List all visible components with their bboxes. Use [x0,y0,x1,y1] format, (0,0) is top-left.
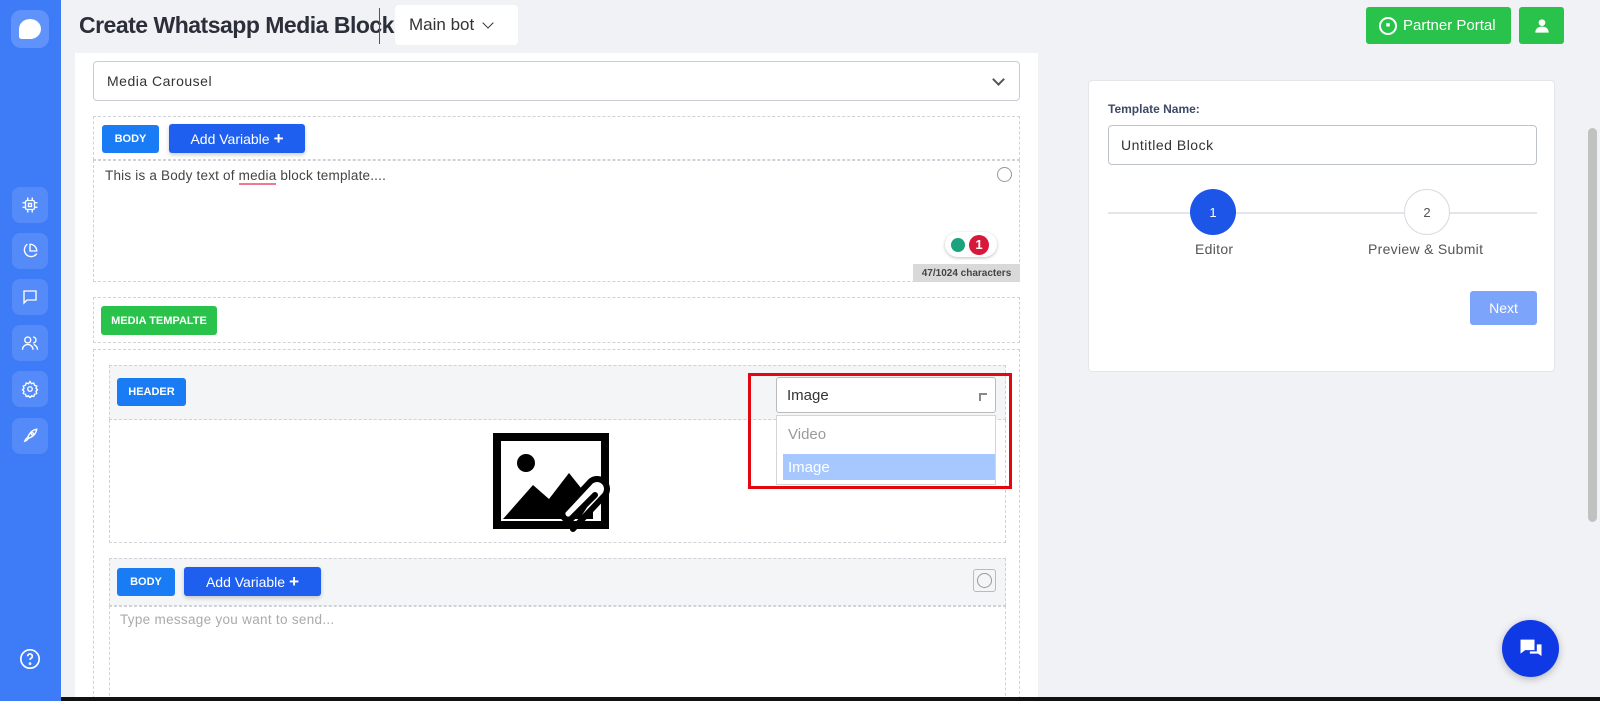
template-panel: Template Name: Untitled Block 1 2 Editor… [1088,80,1555,372]
next-button[interactable]: Next [1470,291,1537,325]
help-icon[interactable] [12,641,48,677]
cpu-icon[interactable] [12,187,48,223]
chevron-down-icon [992,73,1005,86]
template-name-label: Template Name: [1108,102,1200,116]
media-template-tag: MEDIA TEMPALTE [101,306,217,335]
user-account-button[interactable] [1519,7,1564,44]
editor-panel: Media Carousel BODY Add Variable + This i… [75,53,1038,701]
stepper-line [1108,212,1537,214]
card-body-tag: BODY [117,568,175,596]
step-1-label: Editor [1195,241,1234,257]
app-logo[interactable] [11,10,49,48]
step-2-circle[interactable]: 2 [1404,189,1450,235]
block-type-value: Media Carousel [107,73,213,89]
image-attachment-icon[interactable] [493,433,621,533]
bottom-border [61,697,1600,701]
grammar-checker-badge[interactable]: 1 [945,232,997,257]
grammar-error-count: 1 [969,234,989,255]
bot-select-value: Main bot [409,15,475,34]
template-name-value: Untitled Block [1121,137,1214,153]
partner-portal-button[interactable]: ■ Partner Portal [1366,7,1511,44]
body-tag: BODY [102,125,159,153]
plus-icon: + [273,128,284,148]
gear-icon[interactable] [12,371,48,407]
misspelled-word: media [238,168,277,185]
emoji-icon [977,573,992,588]
page-title: Create Whatsapp Media Block [79,12,394,38]
top-header: Create Whatsapp Media Block Main bot ■ P… [61,0,1585,53]
media-template-toolbar [93,297,1020,343]
chat-icon[interactable] [12,279,48,315]
partner-portal-label: Partner Portal [1403,17,1496,34]
emoji-icon[interactable] [997,167,1012,182]
step-1-circle[interactable]: 1 [1190,189,1236,235]
template-name-input[interactable]: Untitled Block [1108,125,1537,165]
body-text-post: block template.... [276,168,387,183]
user-icon [1534,18,1549,33]
highlight-frame [748,373,1012,489]
pie-chart-icon[interactable] [12,233,48,269]
title-divider [379,8,380,44]
scrollbar-thumb[interactable] [1588,128,1597,522]
card-add-variable-button[interactable]: Add Variable + [184,567,321,596]
body-text: This is a Body text of media block templ… [105,168,387,185]
bot-select[interactable]: Main bot [395,5,518,45]
plus-icon: + [289,571,300,591]
card-add-variable-label: Add Variable [205,573,286,590]
add-variable-button[interactable]: Add Variable + [169,124,305,153]
partner-icon: ■ [1379,16,1397,35]
body-text-pre: This is a Body text of [105,168,239,183]
header-tag: HEADER [117,378,186,406]
rocket-icon[interactable] [12,418,48,454]
chevron-down-icon [482,16,494,29]
bulb-icon [951,237,965,252]
character-count: 47/1024 characters [913,264,1020,282]
chat-bubbles-icon [1520,639,1541,656]
users-icon[interactable] [12,325,48,361]
sidebar [0,0,61,701]
card-emoji-button[interactable] [973,569,996,592]
block-type-select[interactable]: Media Carousel [93,61,1020,101]
step-2-label: Preview & Submit [1368,241,1484,257]
add-variable-label: Add Variable [190,130,270,147]
support-chat-button[interactable] [1502,620,1559,677]
card-body-placeholder: Type message you want to send... [120,612,335,627]
